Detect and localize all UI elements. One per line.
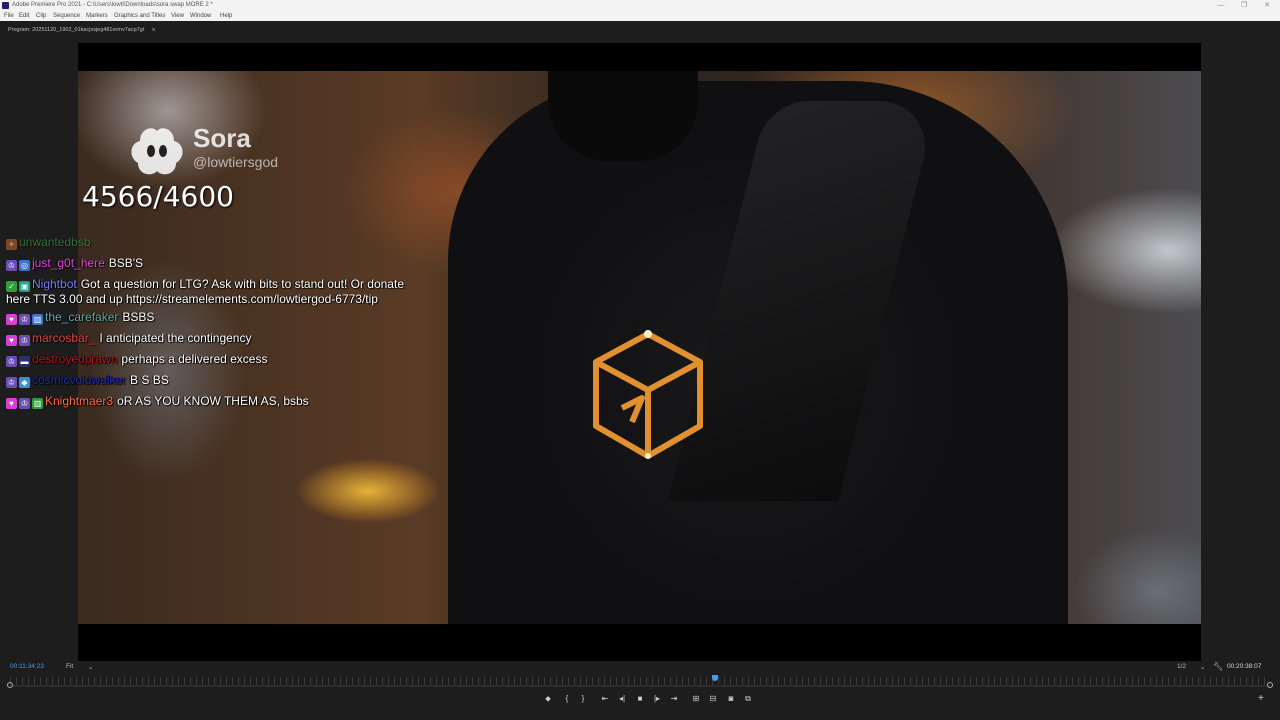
zoom-scrollbar[interactable] — [10, 685, 1270, 687]
menu-file[interactable]: File — [4, 11, 14, 21]
goal-counter: 4566/4600 — [82, 180, 234, 213]
export-frame-icon[interactable]: ◙ — [725, 693, 737, 705]
minimize-button[interactable]: — — [1210, 0, 1232, 11]
prime-icon: ♔ — [19, 398, 30, 409]
settings-wrench-icon[interactable]: 🔧︎ — [1213, 662, 1223, 671]
controller-icon: ◎ — [19, 260, 30, 271]
sora-logo-icon — [131, 128, 183, 175]
sora-watermark-handle: @lowtiersgod — [193, 154, 279, 170]
dash-icon: ▬ — [19, 356, 30, 367]
program-monitor-title[interactable]: Program: 20251120_1902_01kacjxsjeg481erm… — [8, 22, 144, 38]
menu-graphics-and-titles[interactable]: Graphics and Titles — [114, 11, 165, 21]
prime-icon: ♔ — [6, 377, 17, 388]
menu-clip[interactable]: Clip — [36, 11, 46, 21]
sora-watermark-name: Sora — [193, 123, 251, 153]
extract-icon[interactable]: ⊟ — [707, 693, 719, 705]
chat-username: unwantedbsb — [19, 237, 91, 249]
chat-username: the_carefaker — [45, 310, 119, 324]
transport-bar: 00:11:34:23 Fit ⌄ 1/2 ⌄ 🔧︎ 00:20:38:07 ⬥… — [0, 661, 1280, 720]
chat-text: BSBS — [122, 310, 155, 324]
chat-message: ✦ unwantedbsb — [6, 237, 406, 253]
mark-in-icon[interactable]: { — [561, 693, 573, 705]
zoom-handle-right[interactable] — [1267, 682, 1273, 688]
chat-username: cosmicvoidwalker — [32, 373, 127, 387]
hexagon-logo-icon — [593, 330, 703, 459]
zoom-handle-left[interactable] — [7, 682, 13, 688]
step-back-icon[interactable]: ◂| — [616, 693, 628, 705]
chat-username: Knightmaer3 — [45, 394, 114, 408]
gift-icon: ▥ — [32, 398, 43, 409]
prime-icon: ♔ — [19, 314, 30, 325]
compare-view-icon[interactable]: ⧉ — [742, 693, 754, 705]
chat-message: ♔ ◎ just_g0t_here BSB'S — [6, 253, 406, 274]
gift-icon: ▥ — [32, 314, 43, 325]
resolution-select[interactable]: 1/2 — [1177, 663, 1186, 670]
lift-icon[interactable]: ⊞ — [690, 693, 702, 705]
heart-icon: ♥ — [6, 314, 17, 325]
heart-icon: ♥ — [6, 398, 17, 409]
mark-out-icon[interactable]: } — [577, 693, 589, 705]
menu-help[interactable]: Help — [220, 11, 232, 21]
chat-username: destroyedprawn — [32, 352, 118, 366]
sub-icon: ◆ — [19, 377, 30, 388]
chevron-down-icon[interactable]: ⌄ — [88, 663, 93, 671]
title-bar: Adobe Premiere Pro 2021 - C:\Users\lowtl… — [0, 0, 1280, 11]
chat-text: I anticipated the contingency — [99, 331, 252, 345]
maximize-button[interactable]: ❐ — [1233, 0, 1255, 11]
chat-username: Nightbot — [32, 277, 77, 291]
collar — [548, 71, 698, 161]
stop-icon[interactable]: ■ — [634, 693, 646, 705]
playhead-marker[interactable] — [712, 675, 718, 681]
chat-message: ♔ ▬ destroyedprawn perhaps a delivered exce… — [6, 349, 406, 370]
close-button[interactable]: ✕ — [1256, 0, 1278, 11]
menu-view[interactable]: View — [171, 11, 184, 21]
chat-username: marcosbar_ — [32, 331, 96, 345]
chat-message: ♔ ◆ cosmicvoidwalker B S BS — [6, 370, 406, 391]
menu-edit[interactable]: Edit — [19, 11, 29, 21]
chat-message: ♥ ♔ ▥ Knightmaer3 oR AS YOU KNOW THEM AS, bs… — [6, 391, 406, 412]
menu-bar: File Edit Clip Sequence Markers Graphics… — [0, 11, 1280, 21]
chat-message: ♥ ♔ marcosbar_ I anticipated the contingenc… — [6, 328, 406, 349]
bot-icon: ▣ — [19, 281, 30, 292]
step-forward-icon[interactable]: |▸ — [651, 693, 663, 705]
chat-text: oR AS YOU KNOW THEM AS, bsbs — [117, 394, 309, 408]
heart-icon: ♥ — [6, 335, 17, 346]
window-title: Adobe Premiere Pro 2021 - C:\Users\lowtl… — [12, 2, 213, 8]
chat-text: BSB'S — [108, 256, 144, 270]
check-icon: ✓ — [6, 281, 17, 292]
chat-text: perhaps a delivered excess — [121, 352, 268, 366]
mod-icon: ✦ — [6, 239, 17, 250]
chat-username: just_g0t_here — [32, 256, 105, 270]
prime-icon: ♔ — [19, 335, 30, 346]
go-to-in-icon[interactable]: ⇤ — [599, 693, 611, 705]
playhead-timecode[interactable]: 00:11:34:23 — [10, 663, 44, 670]
panel-menu-icon[interactable]: ≡ — [152, 22, 155, 38]
prime-icon: ♔ — [6, 260, 17, 271]
premiere-pro-icon — [2, 2, 9, 9]
go-to-out-icon[interactable]: ⇥ — [668, 693, 680, 705]
button-editor-plus-icon[interactable]: + — [1258, 693, 1264, 704]
time-ruler[interactable] — [10, 677, 1270, 685]
program-monitor-header: Program: 20251120_1902_01kacjxsjeg481erm… — [0, 21, 1280, 39]
chat-overlay: ✦ unwantedbsb ♔ ◎ just_g0t_here BSB'S ✓ ▣ Nightb… — [6, 237, 406, 412]
duration-timecode: 00:20:38:07 — [1227, 663, 1262, 670]
chat-message: ♥ ♔ ▥ the_carefaker BSBS — [6, 307, 406, 328]
menu-sequence[interactable]: Sequence — [53, 11, 80, 21]
chat-message: ✓ ▣ Nightbot Got a question for LTG? Ask wi… — [6, 274, 406, 307]
menu-window[interactable]: Window — [190, 11, 211, 21]
zoom-fit-select[interactable]: Fit — [66, 663, 73, 670]
chevron-down-icon[interactable]: ⌄ — [1200, 663, 1205, 671]
add-marker-icon[interactable]: ⬥ — [542, 693, 554, 705]
prime-icon: ♔ — [6, 356, 17, 367]
menu-markers[interactable]: Markers — [86, 11, 108, 21]
chat-text: B S BS — [130, 373, 169, 387]
